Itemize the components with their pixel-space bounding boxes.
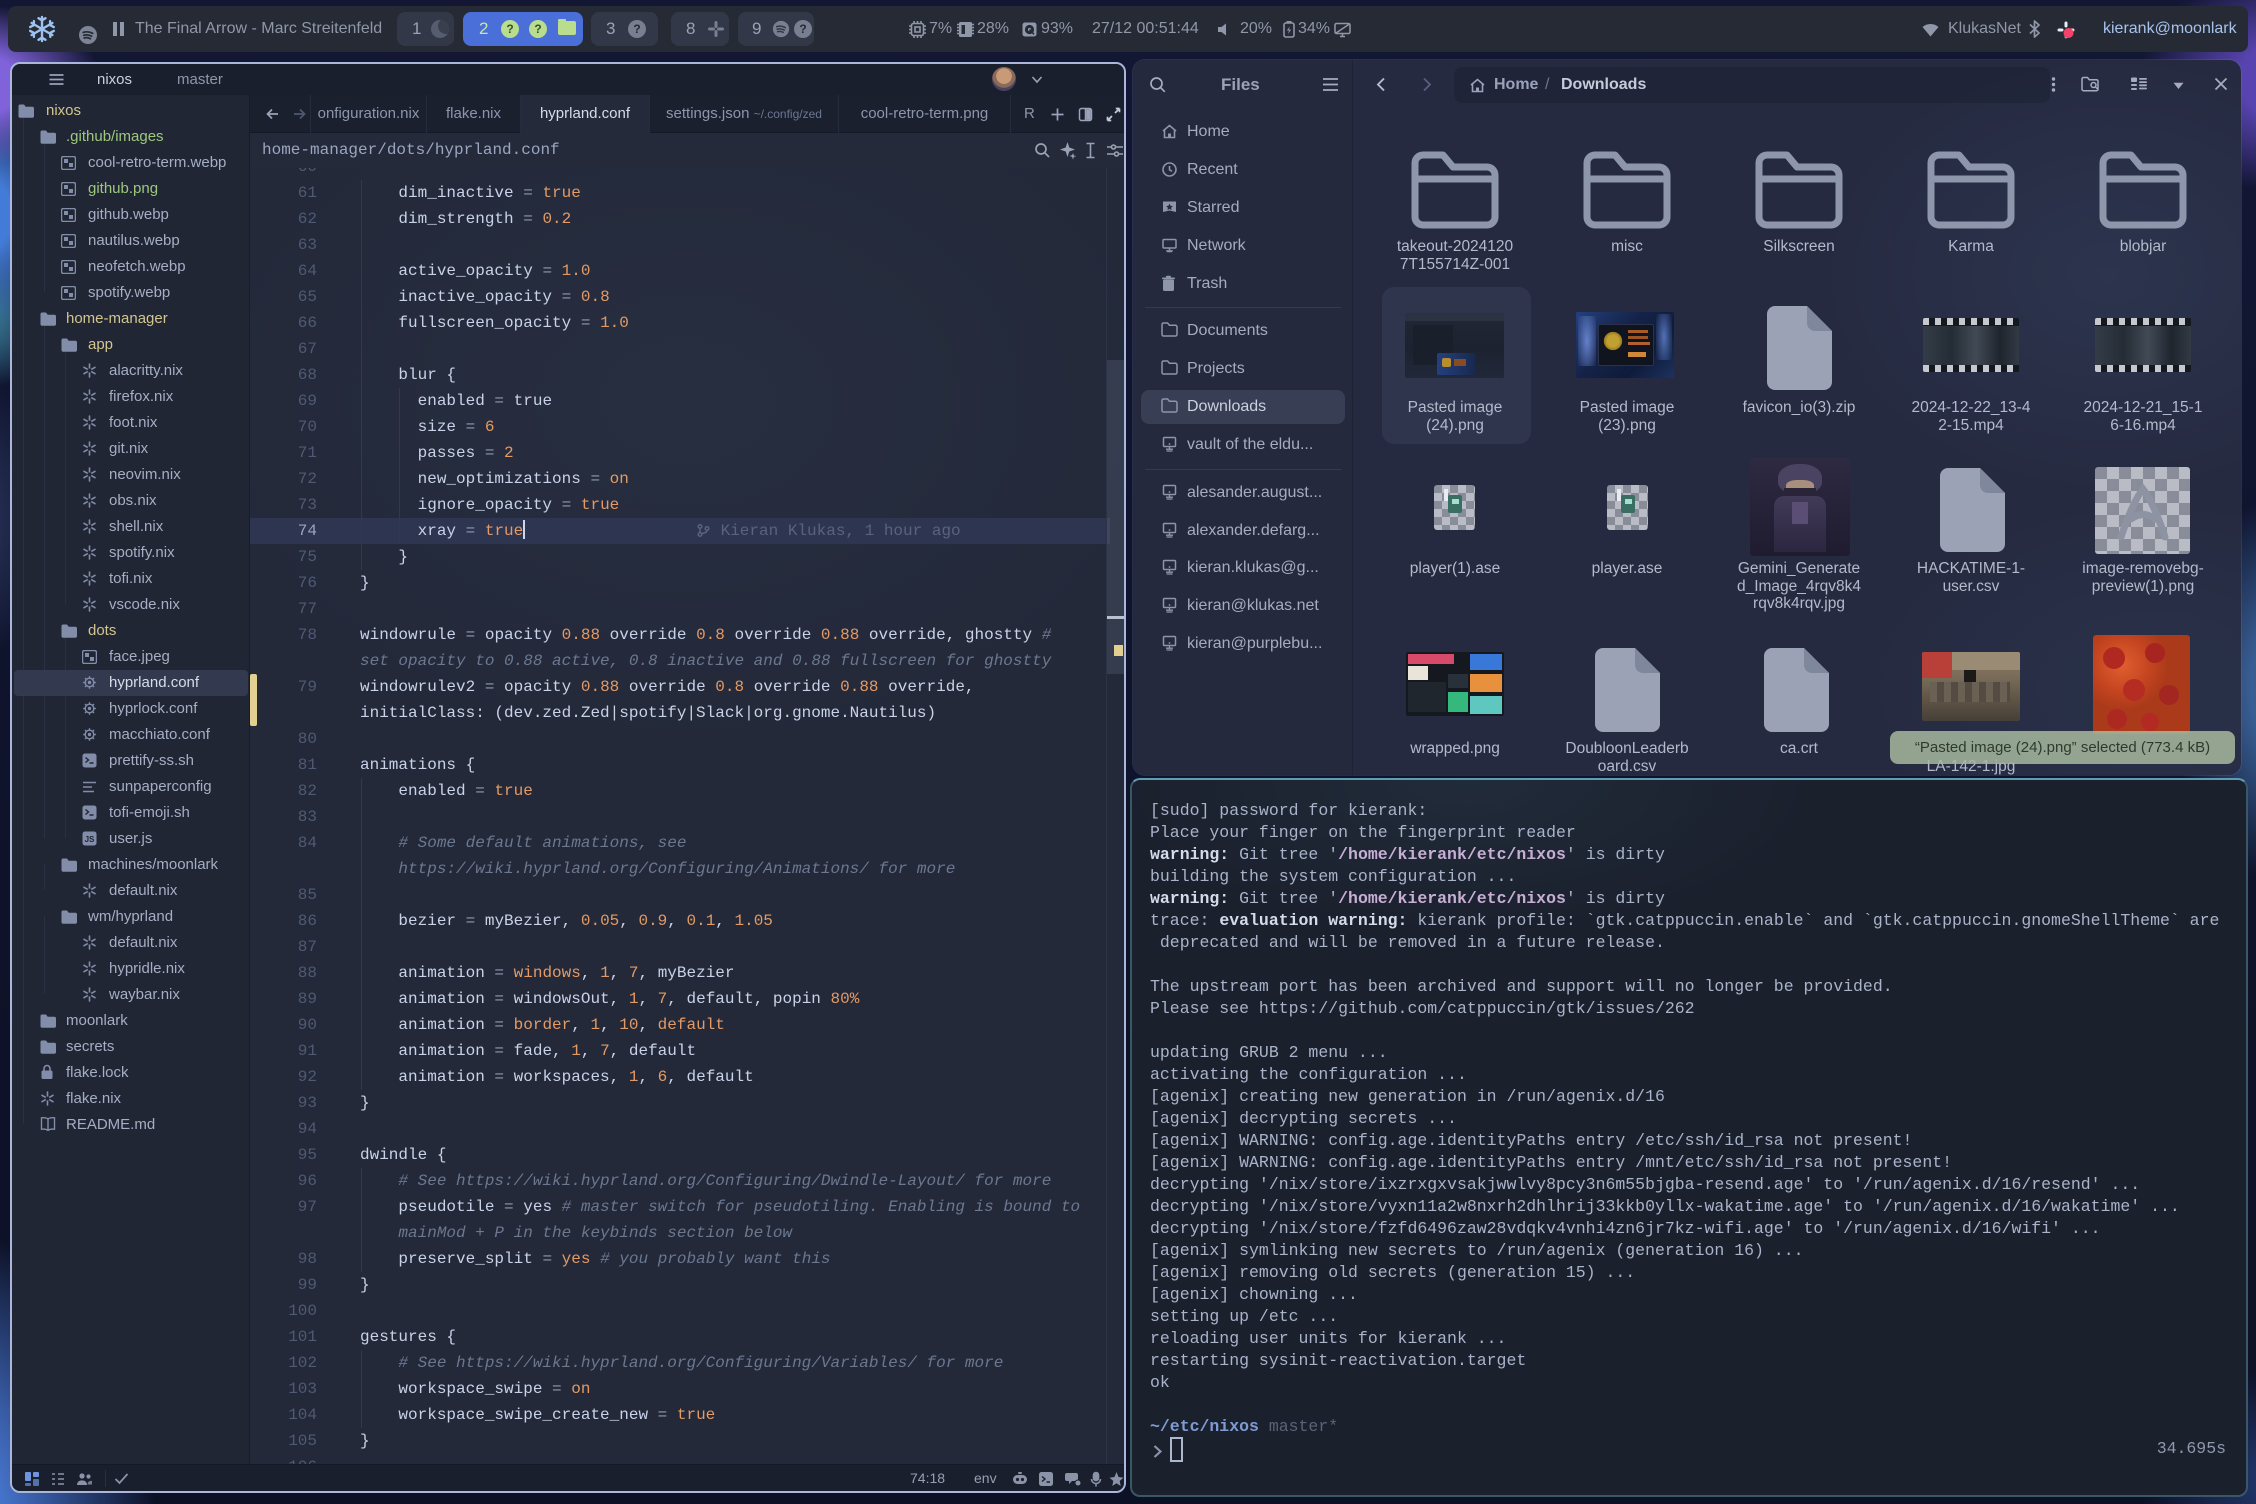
- svg-text:JS: JS: [85, 835, 95, 844]
